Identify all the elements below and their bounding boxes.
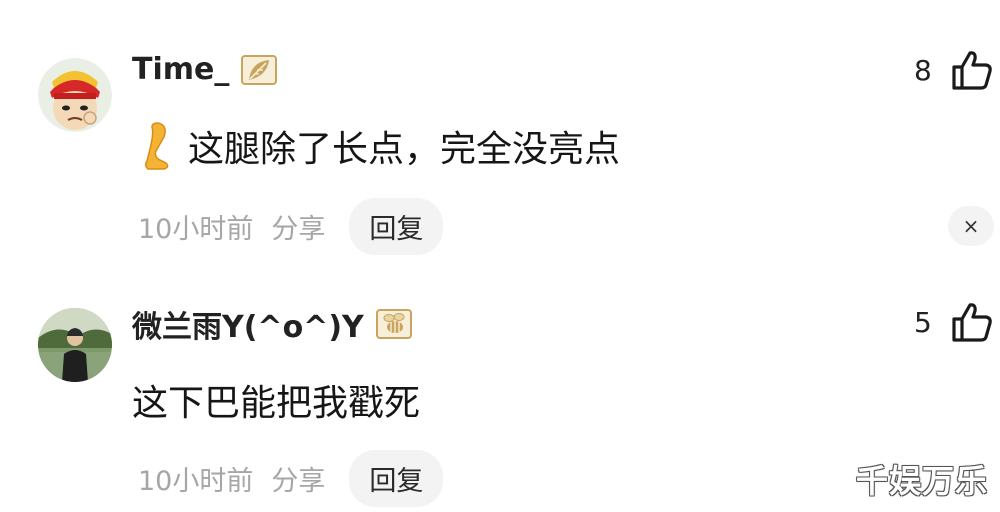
share-button[interactable]: 分享 <box>271 207 325 246</box>
like-count: 8 <box>914 54 932 87</box>
timestamp: 10小时前 <box>138 214 254 245</box>
reply-button[interactable]: 回复 <box>349 198 444 255</box>
username-text: Time_ <box>132 52 230 87</box>
comment-text: 这下巴能把我戳死 <box>132 383 421 424</box>
timestamp: 10小时前 <box>138 466 254 497</box>
comment-content: 这下巴能把我戳死 <box>132 374 420 426</box>
comment-meta: 10小时前 分享 回复 <box>138 450 444 507</box>
thumbs-up-icon[interactable] <box>950 48 994 92</box>
avatar[interactable] <box>38 308 112 382</box>
reply-button[interactable]: 回复 <box>349 450 444 507</box>
like-count: 5 <box>914 306 932 339</box>
watermark: 千娱万乐 <box>856 462 989 500</box>
comment-list: Time_ 这腿除了长点，完全没亮点 10小时前 分享 回复 8 × 微兰雨Y(… <box>0 0 1000 512</box>
avatar[interactable] <box>38 58 112 132</box>
username[interactable]: 微兰雨Y(^o^)Y <box>132 302 412 346</box>
comment-item: Time_ 这腿除了长点，完全没亮点 10小时前 分享 回复 8 × <box>0 0 1000 262</box>
share-button[interactable]: 分享 <box>271 459 325 498</box>
comment-item: 微兰雨Y(^o^)Y 这下巴能把我戳死 10小时前 分享 回复 5 <box>0 262 1000 512</box>
username-text: 微兰雨Y(^o^)Y <box>132 310 364 345</box>
comment-meta: 10小时前 分享 回复 <box>138 198 444 255</box>
dismiss-button[interactable]: × <box>948 206 994 246</box>
username[interactable]: Time_ <box>132 52 278 87</box>
comment-content: 这腿除了长点，完全没亮点 <box>138 120 620 172</box>
bee-badge-icon <box>375 308 412 340</box>
comment-text: 这腿除了长点，完全没亮点 <box>188 129 621 170</box>
leaf-badge-icon <box>241 54 278 86</box>
leg-emoji-icon <box>138 121 172 171</box>
thumbs-up-icon[interactable] <box>950 300 994 344</box>
